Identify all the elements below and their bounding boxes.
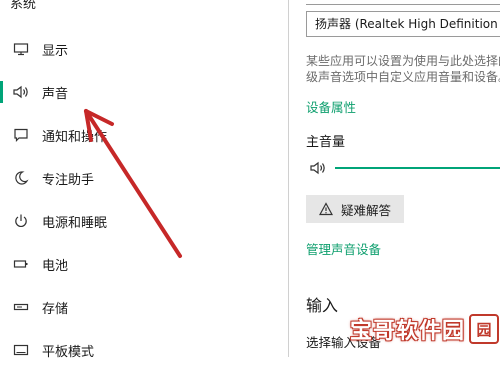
sidebar-section-title: 系统 [10,0,37,12]
sidebar-item-power[interactable]: 电源和睡眠 [0,201,288,241]
notification-icon [12,126,30,144]
moon-icon [12,169,30,187]
sidebar-item-label: 专注助手 [42,172,95,188]
description-line: 某些应用可以设置为使用与此处选择的设备不同的 [306,54,500,68]
sidebar-item-tablet-mode[interactable]: 平板模式 [0,330,288,370]
tablet-icon [12,341,30,359]
sidebar-item-label: 电池 [42,258,69,274]
warning-icon [319,202,333,216]
sidebar-item-label: 存储 [42,301,69,317]
sidebar-item-label: 声音 [42,86,69,102]
sidebar-item-label: 电源和睡眠 [42,215,108,231]
input-section-heading: 输入 [306,296,339,315]
watermark-text: 宝哥软件园 [350,319,466,344]
output-device-select[interactable]: 扬声器 (Realtek High Definition Audio) [306,11,500,37]
description-line: 级声音选项中自定义应用音量和设备。 [306,70,500,84]
battery-icon [12,255,30,273]
sidebar-item-battery[interactable]: 电池 [0,244,288,284]
sidebar-item-storage[interactable]: 存储 [0,287,288,327]
sidebar-item-sound[interactable]: 声音 [0,72,288,112]
volume-speaker-icon[interactable] [309,160,329,176]
sidebar-item-label: 通知和操作 [42,129,108,145]
master-volume-slider[interactable] [335,167,500,169]
device-description: 某些应用可以设置为使用与此处选择的设备不同的 级声音选项中自定义应用音量和设备。 [306,53,500,85]
dropdown-clipped-edge [306,0,500,5]
watermark-seal: 园 [469,314,500,344]
master-volume-label: 主音量 [306,135,346,150]
troubleshoot-button[interactable]: 疑难解答 [306,195,404,223]
active-indicator [0,81,3,103]
settings-sidebar: 系统 显示 声音 通知和操作 专注助手 电源和睡眠 电池 存储 平板模式 [0,0,288,360]
troubleshoot-label: 疑难解答 [341,202,392,218]
speaker-icon [12,83,30,101]
sidebar-item-display[interactable]: 显示 [0,29,288,69]
sidebar-item-label: 显示 [42,43,69,59]
storage-icon [12,298,30,316]
device-properties-link[interactable]: 设备属性 [306,97,356,116]
power-icon [12,212,30,230]
sidebar-item-focus-assist[interactable]: 专注助手 [0,158,288,198]
site-watermark: 宝哥软件园 园 [350,312,500,346]
sidebar-item-notifications[interactable]: 通知和操作 [0,115,288,155]
monitor-icon [12,40,30,58]
manage-sound-devices-link[interactable]: 管理声音设备 [306,239,381,258]
